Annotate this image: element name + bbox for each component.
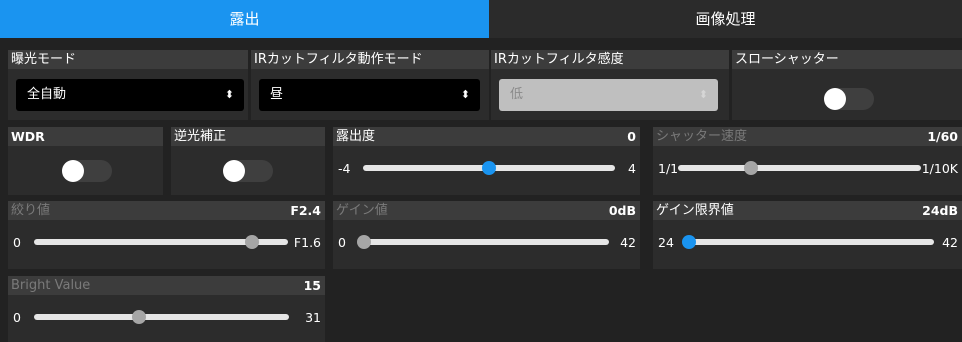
iris-slider: [34, 235, 288, 249]
exposure-level-slider-thumb[interactable]: [482, 161, 496, 175]
wdr-panel: WDR: [8, 127, 163, 195]
exposure-mode-value: 全自動: [27, 87, 67, 102]
ir-cut-filter-mode-panel: IRカットフィルタ動作モード 昼 ⬍: [251, 50, 489, 120]
tab-image-processing[interactable]: 画像処理: [489, 0, 962, 38]
exposure-level-slider[interactable]: [363, 161, 615, 175]
shutter-speed-max: 1/10K: [921, 161, 958, 176]
gain-limit-slider-row: 24 42: [653, 230, 962, 254]
bright-value-label: Bright Value: [11, 278, 91, 293]
iris-panel: 絞り値 F2.4 0 F1.6: [8, 201, 325, 269]
select-updown-icon: ⬍: [460, 88, 470, 101]
ir-cut-filter-sensitivity-panel: IRカットフィルタ感度 低 ⬍: [491, 50, 729, 120]
ir-cut-filter-sensitivity-label: IRカットフィルタ感度: [491, 50, 729, 69]
iris-min: 0: [13, 235, 21, 250]
ir-cut-filter-sensitivity-select: 低 ⬍: [499, 79, 718, 111]
bright-value-slider: [34, 310, 289, 324]
bright-value-slider-thumb: [131, 310, 146, 324]
iris-max: F1.6: [293, 235, 321, 250]
shutter-speed-panel: シャッター速度 1/60 1/1 1/10K: [653, 127, 962, 195]
exposure-level-label: 露出度: [336, 129, 376, 144]
select-updown-icon: ⬍: [224, 88, 234, 101]
toggle-knob: [62, 160, 84, 182]
wdr-label: WDR: [8, 127, 163, 146]
gain-header: ゲイン値 0dB: [333, 201, 640, 220]
gain-limit-slider[interactable]: [682, 235, 934, 249]
slow-shutter-panel: スローシャッター: [732, 50, 962, 120]
bright-value-max: 31: [305, 310, 321, 325]
slow-shutter-toggle[interactable]: [824, 88, 874, 110]
gain-slider: [357, 235, 609, 249]
shutter-speed-header: シャッター速度 1/60: [653, 127, 962, 146]
exposure-mode-select[interactable]: 全自動 ⬍: [16, 79, 244, 111]
ir-cut-filter-mode-label: IRカットフィルタ動作モード: [251, 50, 489, 69]
ir-cut-filter-mode-value: 昼: [270, 87, 284, 102]
exposure-level-slider-row: -4 4: [333, 156, 640, 180]
exposure-level-max: 4: [628, 161, 636, 176]
gain-limit-value: 24dB: [922, 203, 958, 218]
toggle-knob: [824, 88, 846, 110]
shutter-speed-label: シャッター速度: [656, 129, 748, 144]
backlight-compensation-toggle[interactable]: [223, 160, 273, 182]
shutter-speed-slider-row: 1/1 1/10K: [653, 156, 962, 180]
ir-cut-filter-sensitivity-value: 低: [510, 87, 524, 102]
gain-limit-panel: ゲイン限界値 24dB 24 42: [653, 201, 962, 269]
wdr-toggle[interactable]: [62, 160, 112, 182]
shutter-speed-slider-thumb: [743, 161, 758, 175]
gain-limit-header: ゲイン限界値 24dB: [653, 201, 962, 220]
bright-value-slider-row: 0 31: [8, 305, 325, 329]
gain-value: 0dB: [608, 203, 636, 218]
iris-slider-row: 0 F1.6: [8, 230, 325, 254]
bright-value-panel: Bright Value 15 0 31: [8, 276, 325, 342]
gain-limit-max: 42: [942, 235, 958, 250]
shutter-speed-slider: [678, 161, 921, 175]
exposure-mode-label: 曝光モード: [8, 50, 248, 69]
shutter-speed-value: 1/60: [927, 129, 958, 144]
iris-slider-thumb: [245, 235, 260, 249]
shutter-speed-min: 1/1: [658, 161, 679, 176]
gain-min: 0: [338, 235, 346, 250]
gain-max: 42: [620, 235, 636, 250]
slow-shutter-label: スローシャッター: [732, 50, 962, 69]
bright-value-min: 0: [13, 310, 21, 325]
exposure-mode-panel: 曝光モード 全自動 ⬍: [8, 50, 248, 120]
ir-cut-filter-mode-select[interactable]: 昼 ⬍: [259, 79, 480, 111]
bright-value-value: 15: [303, 278, 321, 293]
exposure-level-header: 露出度 0: [333, 127, 640, 146]
exposure-level-min: -4: [338, 161, 351, 176]
select-updown-icon: ⬍: [698, 88, 708, 101]
backlight-compensation-label: 逆光補正: [171, 127, 325, 146]
exposure-level-panel: 露出度 0 -4 4: [333, 127, 640, 195]
gain-slider-row: 0 42: [333, 230, 640, 254]
iris-header: 絞り値 F2.4: [8, 201, 325, 220]
gain-limit-min: 24: [658, 235, 674, 250]
exposure-level-value: 0: [627, 129, 636, 144]
gain-label: ゲイン値: [336, 203, 388, 218]
tab-exposure[interactable]: 露出: [0, 0, 489, 38]
backlight-compensation-panel: 逆光補正: [171, 127, 325, 195]
gain-limit-slider-thumb[interactable]: [682, 235, 696, 249]
toggle-knob: [223, 160, 245, 182]
bright-value-header: Bright Value 15: [8, 276, 325, 295]
iris-label: 絞り値: [11, 203, 51, 218]
gain-panel: ゲイン値 0dB 0 42: [333, 201, 640, 269]
gain-limit-label: ゲイン限界値: [656, 203, 734, 218]
gain-slider-thumb: [357, 235, 371, 249]
iris-value: F2.4: [290, 203, 321, 218]
